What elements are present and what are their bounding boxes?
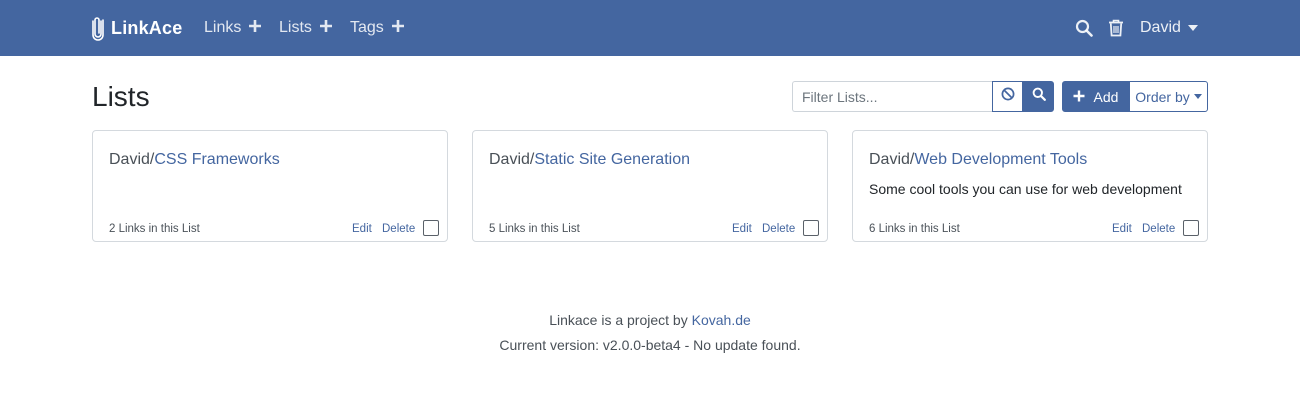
add-label: Add	[1093, 88, 1119, 105]
nav-lists-label: Lists	[279, 19, 312, 36]
nav-tags[interactable]: Tags	[350, 17, 405, 39]
user-menu[interactable]: David	[1140, 17, 1198, 39]
footer-project-text: Linkace is a project by	[549, 312, 688, 328]
navbar: LinkAce Links Lists Tags David	[0, 0, 1300, 56]
list-name-link[interactable]: Web Development Tools	[914, 151, 1087, 168]
trash-icon[interactable]	[1106, 18, 1126, 38]
list-link-count: 6 Links in this List	[869, 223, 960, 235]
edit-list-link[interactable]: Edit	[1112, 223, 1132, 235]
list-name-link[interactable]: CSS Frameworks	[154, 151, 279, 168]
list-owner: David/	[489, 151, 535, 168]
list-card: David/Static Site Generation 5 Links in …	[472, 130, 828, 242]
list-link-count: 5 Links in this List	[489, 223, 580, 235]
filter-input[interactable]	[792, 81, 992, 112]
list-name-link[interactable]: Static Site Generation	[534, 151, 690, 168]
brand-name: LinkAce	[111, 17, 183, 38]
nav-links-label: Links	[204, 19, 242, 36]
list-card-title: David/CSS Frameworks	[109, 150, 280, 170]
chevron-down-icon	[1193, 94, 1202, 99]
plus-icon[interactable]	[248, 19, 262, 38]
list-card-title: David/Static Site Generation	[489, 150, 690, 170]
brand-logo-link[interactable]: LinkAce	[91, 14, 182, 42]
list-card-title: David/Web Development Tools	[869, 150, 1087, 170]
list-description: Some cool tools you can use for web deve…	[869, 181, 1182, 197]
filter-search-button[interactable]	[1023, 81, 1054, 112]
kovah-link[interactable]: Kovah.de	[692, 312, 751, 328]
search-icon	[1032, 87, 1046, 106]
delete-list-link[interactable]: Delete	[762, 223, 795, 235]
list-actions: Add Order by	[1062, 81, 1208, 112]
edit-list-link[interactable]: Edit	[732, 223, 752, 235]
paperclip-icon	[91, 15, 105, 41]
plus-icon	[1073, 89, 1094, 105]
add-list-button[interactable]: Add	[1062, 81, 1129, 112]
nav-lists[interactable]: Lists	[279, 17, 333, 39]
footer: Linkace is a project by Kovah.de Current…	[0, 308, 1300, 358]
delete-list-link[interactable]: Delete	[382, 223, 415, 235]
user-name: David	[1140, 19, 1181, 36]
order-by-dropdown[interactable]: Order by	[1129, 81, 1208, 112]
nav-tags-label: Tags	[350, 19, 384, 36]
list-card: David/CSS Frameworks 2 Links in this Lis…	[92, 130, 448, 242]
search-icon[interactable]	[1074, 18, 1094, 38]
list-owner: David/	[109, 151, 155, 168]
filter-form	[792, 81, 1054, 112]
list-select-checkbox[interactable]	[803, 220, 819, 236]
plus-icon[interactable]	[319, 19, 333, 38]
edit-list-link[interactable]: Edit	[352, 223, 372, 235]
footer-version: Current version: v2.0.0-beta4 - No updat…	[499, 337, 801, 353]
list-select-checkbox[interactable]	[423, 220, 439, 236]
clear-filter-button[interactable]	[992, 81, 1023, 112]
page-title: Lists	[92, 81, 150, 112]
list-link-count: 2 Links in this List	[109, 223, 200, 235]
order-by-label: Order by	[1135, 88, 1190, 105]
plus-icon[interactable]	[391, 19, 405, 38]
delete-list-link[interactable]: Delete	[1142, 223, 1175, 235]
list-card: David/Web Development Tools Some cool to…	[852, 130, 1208, 242]
list-select-checkbox[interactable]	[1183, 220, 1199, 236]
list-owner: David/	[869, 151, 915, 168]
chevron-down-icon	[1187, 25, 1198, 31]
ban-icon	[1001, 87, 1015, 106]
footer-project-line: Linkace is a project by Kovah.de	[0, 308, 1300, 333]
nav-links[interactable]: Links	[204, 17, 262, 39]
